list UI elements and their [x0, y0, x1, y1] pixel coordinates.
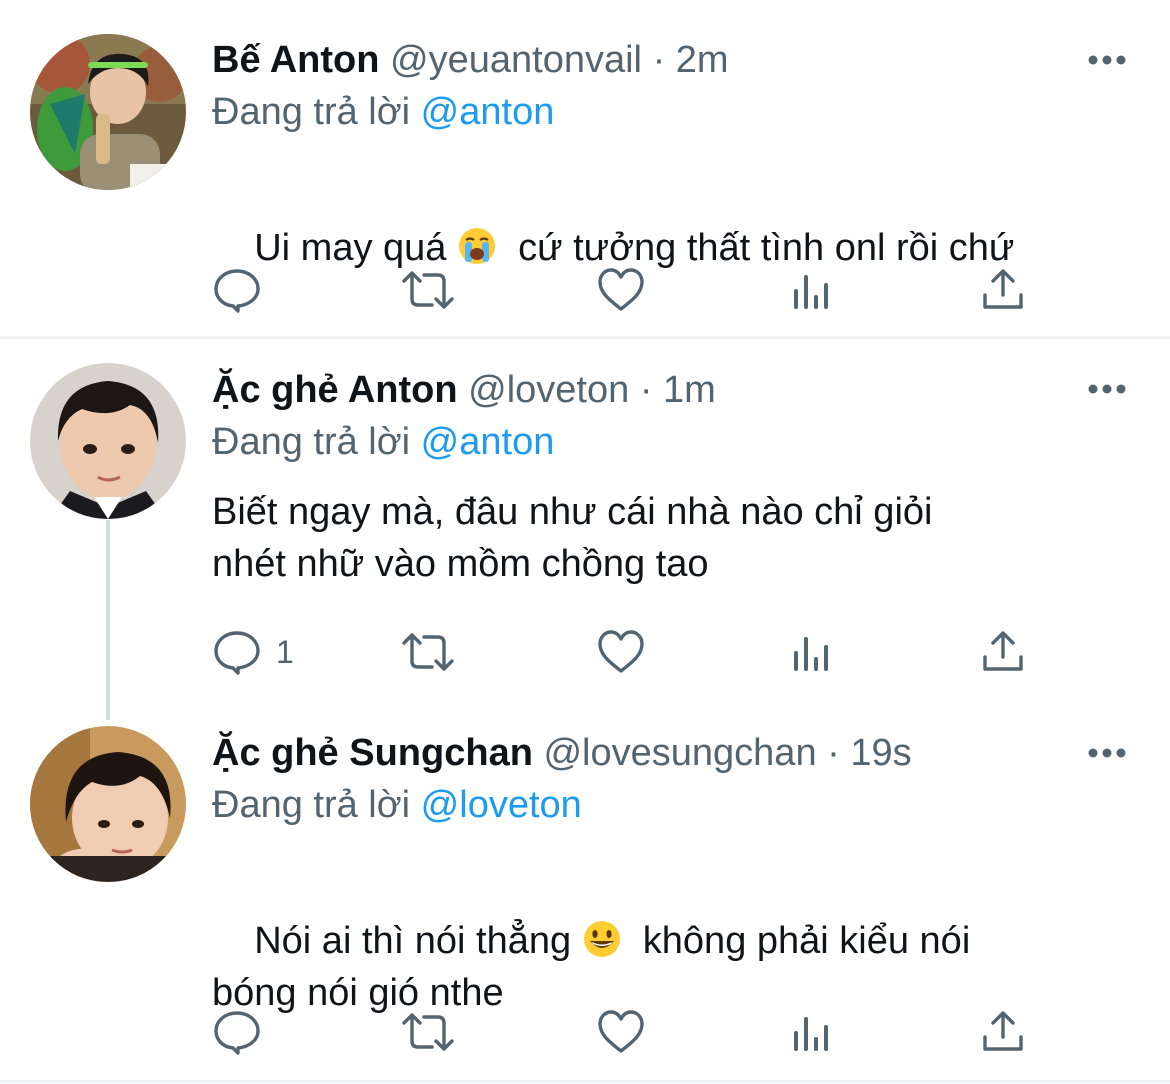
share-button[interactable]	[980, 265, 1026, 315]
tweet-header: Ặc ghẻ Sungchan @lovesungchan · 19s	[212, 731, 912, 775]
display-name[interactable]: Ặc ghẻ Anton	[212, 369, 458, 411]
tweet-actions	[212, 265, 1042, 315]
loudly-crying-face-icon	[458, 228, 495, 264]
share-icon	[983, 631, 1023, 671]
heart-icon	[598, 1010, 644, 1053]
analytics-button[interactable]	[790, 265, 834, 315]
tweet-actions	[212, 1007, 1042, 1057]
reply-button[interactable]: 1	[212, 627, 294, 677]
handle[interactable]: @yeuantonvail	[390, 39, 642, 81]
tweet-header: Bế Anton @yeuantonvail · 2m	[212, 38, 729, 82]
analytics-button[interactable]	[790, 627, 834, 677]
replying-prefix: Đang trả lời	[212, 91, 411, 133]
analytics-icon	[794, 1017, 828, 1051]
avatar[interactable]	[30, 363, 186, 519]
display-name[interactable]: Bế Anton	[212, 39, 379, 81]
heart-icon	[598, 268, 644, 311]
grinning-face-icon	[583, 921, 620, 957]
replying-to-link[interactable]: @anton	[421, 91, 555, 133]
replying-to-link[interactable]: @loveton	[421, 784, 582, 826]
replying-to: Đang trả lời @loveton	[212, 783, 582, 827]
replying-to: Đang trả lời @anton	[212, 90, 554, 134]
reply-icon	[214, 269, 260, 313]
retweet-button[interactable]	[400, 627, 456, 677]
replying-to: Đang trả lời @anton	[212, 420, 554, 464]
more-icon[interactable]	[1085, 50, 1129, 70]
divider	[0, 1080, 1170, 1083]
share-icon	[983, 1011, 1023, 1051]
reply-button[interactable]	[212, 265, 276, 315]
share-button[interactable]	[980, 1007, 1026, 1057]
more-icon[interactable]	[1085, 743, 1129, 763]
reply-count: 1	[276, 633, 294, 670]
tweet[interactable]: Bế Anton @yeuantonvail · 2m Đang trả lời…	[0, 0, 1170, 336]
retweet-button[interactable]	[400, 265, 456, 315]
timestamp[interactable]: 19s	[850, 732, 911, 774]
like-button[interactable]	[596, 627, 646, 677]
tweet-text-part: Nói ai thì nói thẳng	[254, 920, 582, 962]
retweet-button[interactable]	[400, 1007, 456, 1057]
replying-to-link[interactable]: @anton	[421, 421, 555, 463]
analytics-button[interactable]	[790, 1007, 834, 1057]
share-icon	[983, 269, 1023, 309]
separator: ·	[652, 39, 666, 81]
separator: ·	[639, 369, 653, 411]
replying-prefix: Đang trả lời	[212, 421, 411, 463]
more-icon[interactable]	[1085, 379, 1129, 399]
retweet-icon	[402, 633, 454, 671]
tweet-text-part: Ui may quá	[254, 227, 457, 269]
tweet[interactable]: Ặc ghẻ Anton @loveton · 1m Đang trả lời …	[0, 339, 1170, 719]
heart-icon	[598, 630, 644, 673]
retweet-icon	[402, 1013, 454, 1051]
tweet-text: Biết ngay mà, đâu như cái nhà nào chỉ gi…	[212, 491, 933, 585]
like-button[interactable]	[596, 265, 646, 315]
handle[interactable]: @lovesungchan	[543, 732, 816, 774]
analytics-icon	[794, 275, 828, 309]
timestamp[interactable]: 1m	[663, 369, 716, 411]
retweet-icon	[402, 271, 454, 309]
replying-prefix: Đang trả lời	[212, 784, 411, 826]
display-name[interactable]: Ặc ghẻ Sungchan	[212, 732, 533, 774]
separator: ·	[827, 732, 840, 774]
timestamp[interactable]: 2m	[676, 39, 729, 81]
reply-button[interactable]	[212, 1007, 276, 1057]
handle[interactable]: @loveton	[468, 369, 629, 411]
tweet-text-part: cứ tưởng thất tình onl rồi chứ	[496, 227, 1015, 269]
tweet[interactable]: Ặc ghẻ Sungchan @lovesungchan · 19s Đang…	[0, 720, 1170, 1080]
reply-icon	[214, 631, 260, 675]
reply-icon	[214, 1011, 260, 1055]
analytics-icon	[794, 637, 828, 671]
share-button[interactable]	[980, 627, 1026, 677]
tweet-actions: 1	[212, 627, 1042, 677]
like-button[interactable]	[596, 1007, 646, 1057]
avatar[interactable]	[30, 726, 186, 882]
avatar[interactable]	[30, 34, 186, 190]
tweet-header: Ặc ghẻ Anton @loveton · 1m	[212, 368, 716, 412]
